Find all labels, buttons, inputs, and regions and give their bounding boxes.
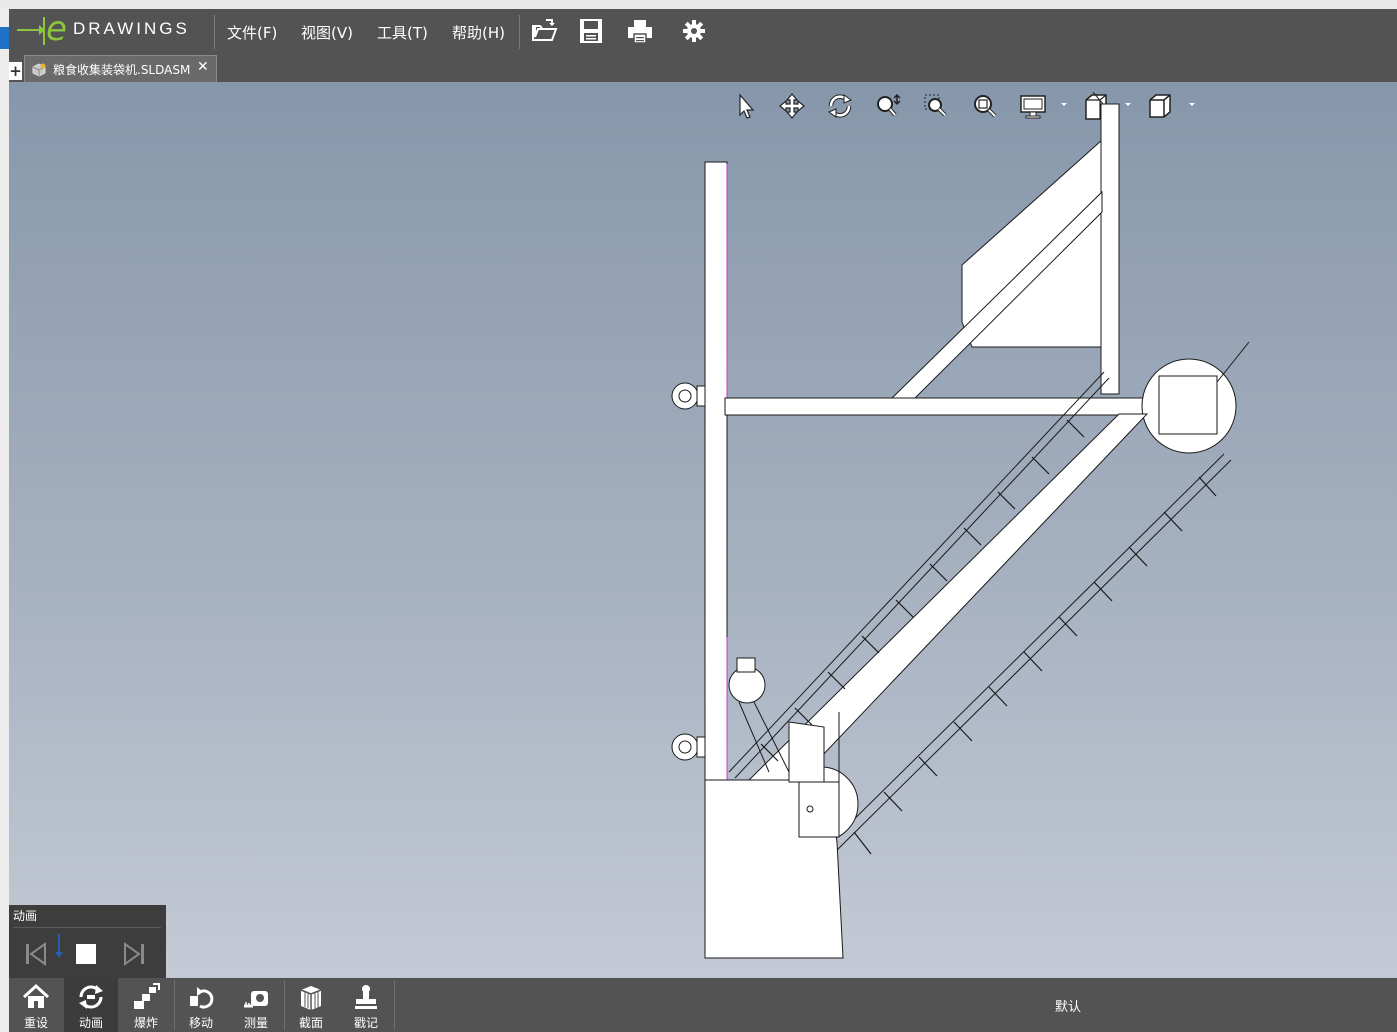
assembly-icon bbox=[32, 63, 46, 77]
explode-icon bbox=[134, 983, 160, 1009]
cad-model[interactable] bbox=[9, 82, 1397, 978]
animation-icon bbox=[79, 985, 103, 1009]
move-icon bbox=[190, 987, 214, 1009]
document-tab[interactable]: 粮食收集装袋机.SLDASM ✕ bbox=[24, 55, 217, 83]
skip-to-start-icon[interactable] bbox=[23, 941, 49, 967]
stop-icon[interactable] bbox=[73, 941, 99, 967]
toolbar-separator bbox=[394, 980, 395, 1030]
close-tab-icon[interactable]: ✕ bbox=[197, 59, 209, 75]
gear-icon[interactable] bbox=[680, 17, 708, 45]
logo-e: e bbox=[46, 9, 67, 49]
stamp-icon bbox=[355, 985, 377, 1009]
save-icon[interactable] bbox=[577, 17, 605, 45]
reset-label: 重设 bbox=[23, 1016, 48, 1030]
measure-label: 测量 bbox=[243, 1016, 268, 1030]
document-tab-title: 粮食收集装袋机.SLDASM bbox=[53, 63, 191, 77]
document-tab-bar: + 粮食收集装袋机.SLDASM ✕ bbox=[9, 53, 1397, 83]
left-edge-highlight bbox=[0, 27, 9, 49]
explode-button[interactable]: 爆炸 bbox=[119, 978, 173, 1032]
stamp-label: 戳记 bbox=[353, 1016, 378, 1030]
move-button[interactable]: 移动 bbox=[174, 978, 228, 1032]
print-icon[interactable] bbox=[626, 17, 654, 45]
measure-button[interactable]: 测量 bbox=[229, 978, 283, 1032]
animation-label: 动画 bbox=[78, 1016, 103, 1030]
section-icon bbox=[300, 986, 322, 1010]
logo-bar bbox=[43, 17, 45, 45]
measure-icon bbox=[244, 991, 268, 1008]
graphics-viewport[interactable] bbox=[9, 82, 1397, 978]
move-label: 移动 bbox=[188, 1016, 213, 1030]
stamp-button[interactable]: 戳记 bbox=[339, 978, 393, 1032]
menu-tools[interactable]: 工具(T) bbox=[377, 22, 428, 43]
section-label: 截面 bbox=[298, 1016, 323, 1030]
section-button[interactable]: 截面 bbox=[284, 978, 338, 1032]
explode-label: 爆炸 bbox=[133, 1016, 158, 1030]
menu-separator bbox=[519, 15, 520, 49]
new-tab-button[interactable]: + bbox=[9, 62, 22, 80]
animation-panel: 动画 bbox=[9, 905, 166, 978]
configuration-name[interactable]: 默认 bbox=[1055, 996, 1081, 1015]
menu-separator bbox=[214, 15, 215, 49]
menu-bar: e DRAWINGS 文件(F) 视图(V) 工具(T) 帮助(H) bbox=[9, 9, 1397, 53]
playback-marker-icon[interactable] bbox=[53, 932, 65, 962]
animation-button[interactable]: 动画 bbox=[64, 978, 118, 1032]
menu-help[interactable]: 帮助(H) bbox=[452, 22, 505, 43]
skip-to-end-icon[interactable] bbox=[121, 941, 147, 967]
menu-file[interactable]: 文件(F) bbox=[227, 22, 277, 43]
bottom-toolbar: 重设 动画 爆炸 移动 测量 截面 戳记 默认 bbox=[9, 978, 1397, 1032]
open-folder-icon[interactable] bbox=[530, 17, 558, 45]
logo-wordmark: DRAWINGS bbox=[73, 19, 190, 38]
panel-divider bbox=[13, 927, 161, 928]
logo-arrow bbox=[17, 25, 45, 35]
animation-panel-title: 动画 bbox=[13, 909, 38, 923]
home-icon bbox=[22, 983, 50, 1008]
menu-view[interactable]: 视图(V) bbox=[301, 22, 353, 43]
edrawings-logo: e DRAWINGS bbox=[13, 9, 213, 53]
reset-button[interactable]: 重设 bbox=[9, 978, 63, 1032]
